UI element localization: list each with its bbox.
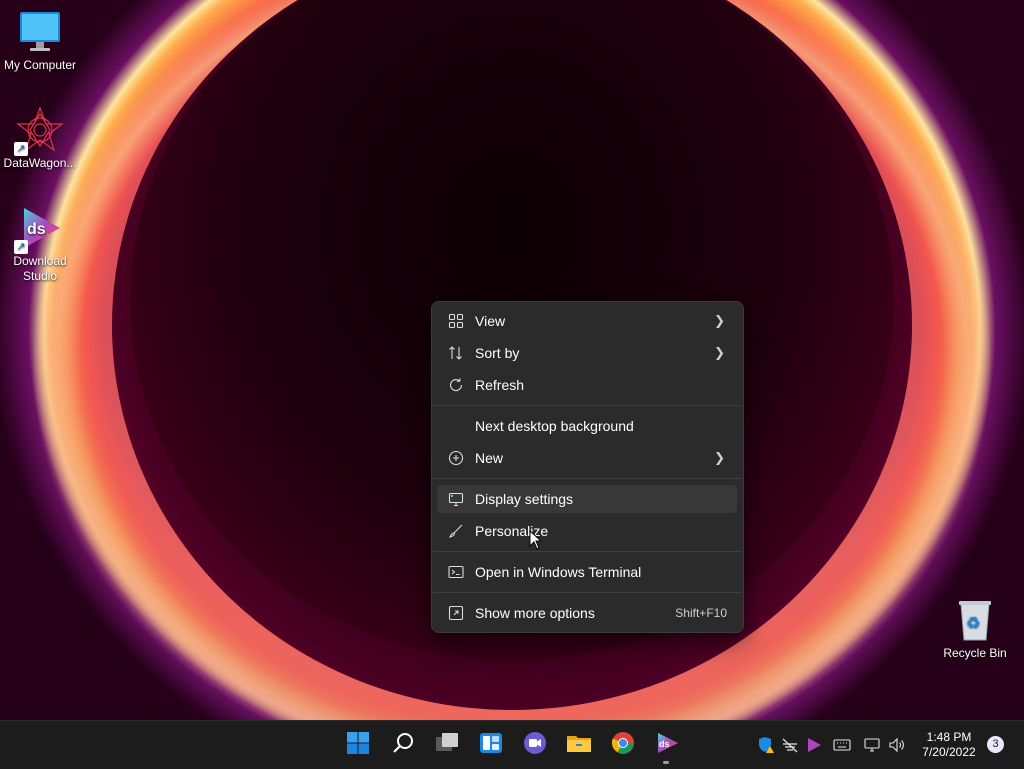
menu-item-refresh[interactable]: Refresh [437,371,737,399]
svg-text:ds: ds [659,739,670,749]
svg-text:♻: ♻ [966,613,980,632]
menu-separator [433,478,742,479]
taskbar: ds 1:48 PM 7/20/2022 3 [0,720,1024,769]
menu-item-label: Open in Windows Terminal [475,564,642,580]
file-explorer-button[interactable] [563,729,595,761]
refresh-icon [447,376,465,394]
download-studio-taskbar-button[interactable]: ds [651,729,683,761]
shortcut-arrow-icon: ↗ [14,240,28,254]
folder-icon [566,731,592,760]
menu-item-label: View [475,313,506,329]
desktop-icon-my-computer[interactable]: My Computer [0,8,80,73]
display-network-icon[interactable] [863,735,883,755]
menu-item-sort-by[interactable]: Sort by ❯ [437,339,737,367]
chrome-icon [611,731,635,760]
menu-item-label: Display settings [475,491,574,507]
widgets-icon [479,731,503,760]
menu-item-open-in-windows-terminal[interactable]: Open in Windows Terminal [437,558,737,586]
network-off-icon[interactable] [780,735,800,755]
task-view-icon [434,731,460,760]
keyboard-icon[interactable] [832,735,852,755]
monitor-icon [16,8,64,56]
brush-icon [447,522,465,540]
chevron-right-icon: ❯ [714,313,725,328]
clock-date: 7/20/2022 [922,745,976,759]
display-icon [447,490,465,508]
menu-separator [433,592,742,593]
more-options-icon [447,604,465,622]
menu-item-display-settings[interactable]: Display settings [437,485,737,513]
desktop-icon-label: DataWagon... [3,156,77,170]
menu-separator [433,551,742,552]
svg-text:ds: ds [27,221,46,238]
chevron-right-icon: ❯ [714,450,725,465]
search-icon [391,731,415,760]
menu-item-show-more-options[interactable]: Show more options Shift+F10 [437,599,737,627]
clock[interactable]: 1:48 PM 7/20/2022 [914,730,984,760]
running-indicator [663,761,669,764]
search-button[interactable] [387,729,419,761]
download-studio-tray-icon[interactable] [804,735,824,755]
terminal-icon [447,563,465,581]
volume-icon[interactable] [887,735,907,755]
menu-item-personalize[interactable]: Personalize [437,517,737,545]
widgets-button[interactable] [475,729,507,761]
menu-item-label: Show more options [475,605,595,621]
menu-item-label: Next desktop background [475,418,634,434]
notification-badge[interactable]: 3 [987,736,1004,753]
recycle-bin-icon: ♻ [951,596,999,644]
shortcut-arrow-icon: ↗ [14,142,28,156]
start-button[interactable] [342,729,374,761]
menu-item-new[interactable]: New ❯ [437,444,737,472]
desktop-icon-label: Recycle Bin [943,646,1007,660]
desktop-icon-download-studio[interactable]: ds ↗ Download Studio [0,204,80,284]
chevron-right-icon: ❯ [714,345,725,360]
chat-button[interactable] [519,729,551,761]
plus-circle-icon [447,449,465,467]
clock-time: 1:48 PM [926,730,972,744]
menu-item-label: Refresh [475,377,525,393]
desktop-icon-recycle-bin[interactable]: ♻ Recycle Bin [935,596,1015,661]
menu-item-label: New [475,450,504,466]
windows-logo-icon [346,731,370,760]
chrome-button[interactable] [607,729,639,761]
datawagon-icon: ↗ [14,106,64,156]
download-studio-icon: ds [655,731,679,760]
menu-item-label: Sort by [475,345,520,361]
desktop-icon-datawagon[interactable]: ↗ DataWagon... [0,106,80,171]
download-studio-icon: ds ↗ [14,204,64,254]
menu-item-view[interactable]: View ❯ [437,307,737,335]
task-view-button[interactable] [431,729,463,761]
desktop-icon-label: Download Studio [13,254,67,283]
desktop-icon-label: My Computer [3,58,77,72]
desktop-context-menu: View ❯ Sort by ❯ Refresh Next desktop ba… [431,301,744,633]
menu-item-next-desktop-background[interactable]: Next desktop background [437,412,737,440]
defender-warning-icon[interactable] [756,735,776,755]
menu-separator [433,405,742,406]
keyboard-shortcut: Shift+F10 [675,606,727,620]
grid-icon [447,312,465,330]
sort-icon [447,344,465,362]
chat-icon [523,731,547,760]
mouse-cursor-icon [529,529,543,550]
